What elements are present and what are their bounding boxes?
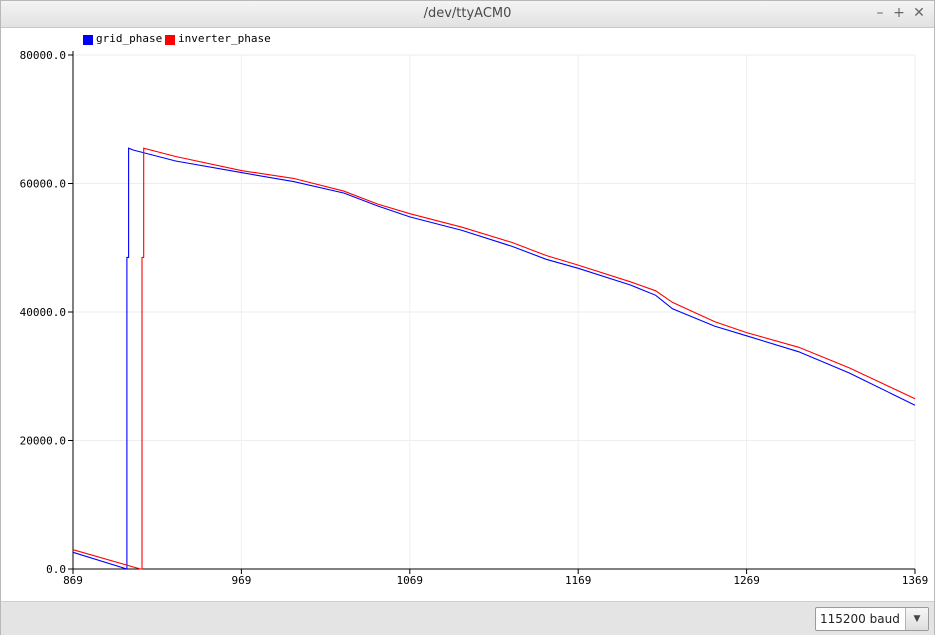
x-tick-label: 1369	[902, 574, 929, 587]
legend-label-inverter-phase: inverter_phase	[178, 32, 271, 45]
ticks: 0.020000.040000.060000.080000.0869 969 106…	[20, 49, 929, 587]
y-tick-label: 80000.0	[20, 49, 66, 62]
x-tick-label: 969	[231, 574, 251, 587]
maximize-icon[interactable]: +	[890, 4, 908, 22]
x-tick-label: 1169	[565, 574, 592, 587]
y-tick-label: 60000.0	[20, 178, 66, 191]
legend-label-grid-phase: grid_phase	[96, 32, 162, 45]
grid-lines	[72, 54, 916, 570]
x-tick-label: 1269	[733, 574, 760, 587]
serial-plotter-window: /dev/ttyACM0 – + ✕ 0.0 20000.0 40000.0 6000…	[0, 0, 935, 635]
y-tick-label: 40000.0	[20, 306, 66, 319]
chevron-down-icon[interactable]: ▼	[905, 608, 928, 630]
title-bar[interactable]: /dev/ttyACM0 – + ✕	[1, 1, 934, 28]
axes	[72, 51, 915, 570]
line-chart: 0.020000.040000.060000.080000.0869 969 106…	[20, 32, 929, 587]
close-icon[interactable]: ✕	[910, 4, 928, 22]
series-line-grid-phase	[72, 147, 916, 570]
y-tick-label: 20000.0	[20, 435, 66, 448]
window-title: /dev/ttyACM0	[423, 6, 512, 21]
series-line-inverter-phase	[72, 147, 916, 570]
series-lines	[72, 147, 916, 570]
legend-swatch-inverter-phase	[165, 35, 175, 45]
minimize-icon[interactable]: –	[871, 4, 889, 22]
plot-area: 0.0 20000.0 40000.0 60000.0 80000.0 869 969 106…	[1, 28, 934, 601]
baud-rate-value: 115200 baud	[820, 612, 900, 626]
x-tick-label: 1069	[397, 574, 424, 587]
x-tick-label: 869	[63, 574, 83, 587]
legend-swatch-grid-phase	[83, 35, 93, 45]
bottom-bar: 115200 baud ▼	[1, 601, 934, 635]
baud-rate-select[interactable]: 115200 baud ▼	[815, 607, 929, 631]
legend: grid_phase inverter_phase	[83, 32, 271, 45]
